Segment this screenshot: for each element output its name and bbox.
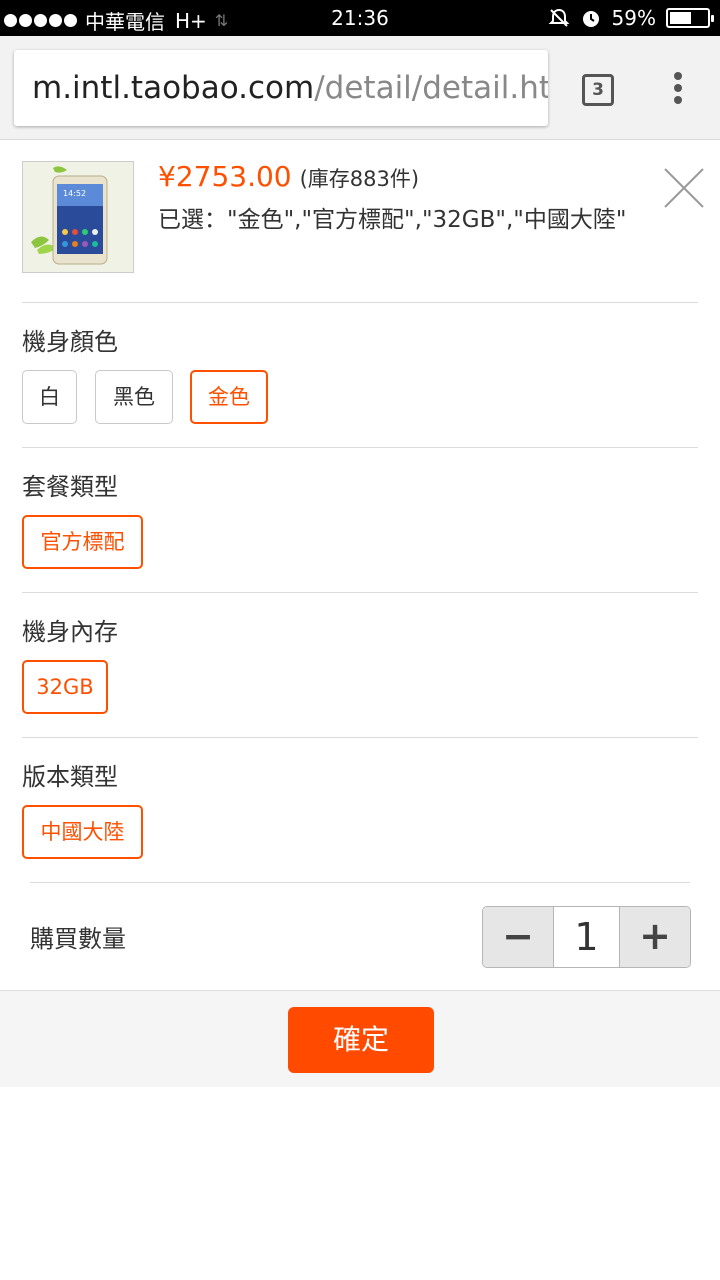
bottom-action-bar: 確定 (0, 990, 720, 1087)
alarm-icon (582, 11, 599, 27)
quantity-label: 購買數量 (30, 925, 126, 953)
divider (22, 592, 698, 593)
overflow-menu-icon[interactable] (672, 72, 684, 108)
option-color-black[interactable]: 黑色 (95, 370, 173, 424)
section-title-package: 套餐類型 (22, 473, 118, 501)
battery-percent: 59% (611, 6, 656, 30)
quantity-minus-button[interactable]: − (483, 907, 553, 967)
quantity-plus-button[interactable]: + (620, 907, 690, 967)
divider (22, 302, 698, 303)
product-price: ¥2753.00 (158, 160, 292, 193)
option-storage-32gb[interactable]: 32GB (22, 660, 108, 714)
divider (22, 737, 698, 738)
quantity-value[interactable]: 1 (553, 907, 620, 967)
mute-icon (548, 8, 569, 27)
divider (30, 882, 690, 883)
stock-count: (庫存883件) (299, 167, 420, 191)
address-bar[interactable]: m.intl.taobao.com/detail/detail.htm (14, 50, 548, 126)
quantity-stepper: − 1 + (482, 906, 691, 968)
divider (22, 447, 698, 448)
status-bar: 中華電信 H+ ⇅ 21:36 59% (0, 0, 720, 36)
url-host: m.intl.taobao.com (32, 70, 315, 106)
section-title-version: 版本類型 (22, 763, 118, 791)
option-color-gold[interactable]: 金色 (190, 370, 268, 424)
battery-icon (666, 8, 714, 28)
section-title-color: 機身顏色 (22, 328, 118, 356)
option-version-mainland[interactable]: 中國大陸 (22, 805, 143, 859)
tab-switcher-button[interactable]: 3 (582, 74, 614, 106)
svg-text:14:52: 14:52 (63, 189, 86, 198)
url-path: /detail/detail.htm (314, 70, 548, 106)
option-color-white[interactable]: 白 (22, 370, 77, 424)
browser-toolbar: m.intl.taobao.com/detail/detail.htm 3 (0, 36, 720, 140)
price-line: ¥2753.00 (庫存883件) (158, 160, 419, 193)
close-icon[interactable] (662, 166, 706, 210)
selected-options-summary: 已選："金色","官方標配","32GB","中國大陸" (158, 207, 627, 233)
section-title-storage: 機身內存 (22, 618, 118, 646)
confirm-button[interactable]: 確定 (288, 1007, 434, 1073)
option-package-official[interactable]: 官方標配 (22, 515, 143, 569)
status-right: 59% (548, 6, 714, 30)
product-thumbnail: 14:52 (22, 161, 134, 273)
